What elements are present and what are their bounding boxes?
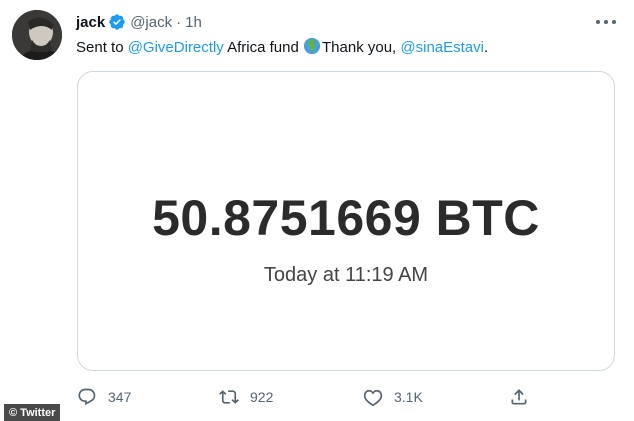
- tweet-actions: 347 922 3.1K: [77, 387, 537, 409]
- tweet-text-segment: Sent to: [76, 39, 128, 56]
- btc-amount: 50.8751669 BTC: [152, 190, 540, 246]
- tweet-text-segment: Thank you,: [322, 39, 401, 56]
- retweet-count: 922: [250, 389, 274, 405]
- mention-sinaestavi-link[interactable]: @sinaEstavi: [400, 39, 484, 56]
- media-card[interactable]: 50.8751669 BTC Today at 11:19 AM: [77, 71, 615, 371]
- avatar[interactable]: [12, 10, 62, 60]
- like-button[interactable]: 3.1K: [363, 387, 423, 407]
- like-icon: [363, 389, 383, 407]
- tweet-text: Sent to @GiveDirectly Africa fund Thank …: [76, 37, 488, 58]
- reply-count: 347: [108, 389, 132, 405]
- retweet-button[interactable]: 922: [219, 387, 273, 407]
- tweet-text-segment: .: [483, 39, 489, 56]
- verified-badge-icon: [109, 14, 125, 30]
- retweet-icon: [219, 390, 239, 404]
- author-handle[interactable]: @jack: [130, 14, 172, 31]
- globe-africa-emoji-icon: [303, 37, 321, 55]
- like-count: 3.1K: [394, 389, 423, 405]
- twitter-watermark: © Twitter: [4, 404, 61, 421]
- separator-dot: ·: [176, 13, 182, 31]
- tweet-header: jack @jack · 1h: [76, 12, 202, 32]
- tweet-text-segment: Africa fund: [223, 39, 303, 56]
- transaction-timestamp: Today at 11:19 AM: [263, 264, 429, 286]
- mention-givedirectly-link[interactable]: @GiveDirectly: [128, 39, 224, 56]
- share-button[interactable]: [509, 387, 529, 407]
- reply-icon: [78, 388, 96, 406]
- tweet-time[interactable]: 1h: [185, 14, 202, 31]
- more-options-icon[interactable]: [596, 13, 616, 31]
- more-dot: [612, 20, 616, 24]
- more-dot: [596, 20, 600, 24]
- share-icon: [511, 389, 527, 405]
- reply-button[interactable]: 347: [77, 387, 131, 407]
- more-dot: [604, 20, 608, 24]
- author-name[interactable]: jack: [76, 14, 105, 31]
